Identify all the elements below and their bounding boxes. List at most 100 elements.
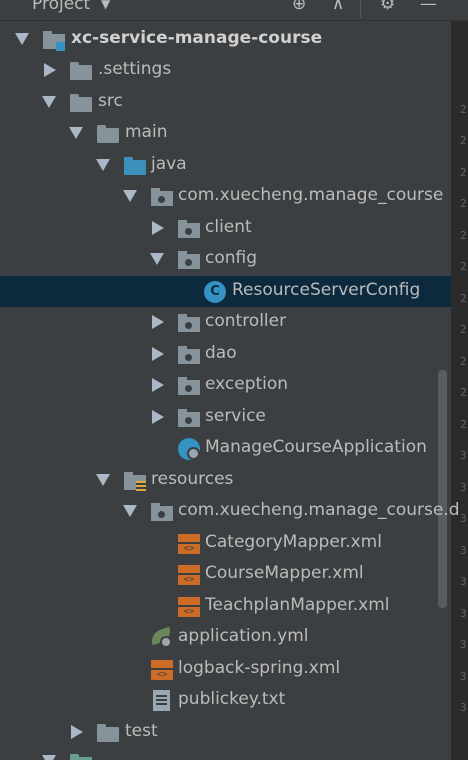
- tree-node-label: ManageCourseApplication: [205, 437, 427, 457]
- tree-node-label: src: [98, 91, 123, 111]
- folder-icon: [97, 125, 119, 143]
- tree-node-client[interactable]: client: [0, 213, 451, 244]
- line-number: 2: [460, 292, 467, 305]
- expand-arrow-icon[interactable]: [123, 190, 137, 202]
- tree-node-root-module[interactable]: xc-service-manage-course: [0, 24, 451, 55]
- tree-node-label: TeachplanMapper.xml: [205, 595, 390, 615]
- package-icon: [151, 188, 173, 206]
- tree-node-label: ResourceServerConfig: [232, 280, 421, 300]
- xml-file-icon: <>: [178, 565, 200, 585]
- collapse-arrow-icon[interactable]: [152, 315, 164, 329]
- line-number: 2: [460, 103, 467, 116]
- tree-node-exception[interactable]: exception: [0, 370, 451, 401]
- line-number: 3: [460, 670, 467, 683]
- tree-node-teachplan-mapper[interactable]: <> TeachplanMapper.xml: [0, 591, 451, 622]
- tree-node-label: com.xuecheng.manage_course: [178, 185, 444, 205]
- minimize-icon[interactable]: —: [420, 0, 437, 14]
- expand-arrow-icon[interactable]: [15, 33, 29, 45]
- tree-node-logback[interactable]: <> logback-spring.xml: [0, 654, 451, 685]
- expand-arrow-icon[interactable]: [96, 474, 110, 486]
- line-number: 3: [460, 701, 467, 714]
- expand-arrow-icon[interactable]: [69, 127, 83, 139]
- line-number: 3: [460, 512, 467, 525]
- tree-node-controller[interactable]: controller: [0, 307, 451, 338]
- panel-title[interactable]: Project: [32, 0, 90, 14]
- line-number: 2: [460, 166, 467, 179]
- spring-config-icon: [148, 626, 174, 648]
- tree-node-label: CourseMapper.xml: [205, 563, 364, 583]
- tree-node-resource-package[interactable]: com.xuecheng.manage_course.d: [0, 496, 460, 527]
- locate-icon[interactable]: ⊕: [292, 0, 306, 14]
- collapse-arrow-icon[interactable]: [152, 347, 164, 361]
- tree-node-label: java: [151, 154, 187, 174]
- tree-node-label: logback-spring.xml: [178, 658, 341, 678]
- tree-node-label: com.xuecheng.manage_course.d: [178, 500, 460, 520]
- package-icon: [151, 503, 173, 521]
- line-number: 3: [460, 449, 467, 462]
- tree-node-label: CategoryMapper.xml: [205, 532, 382, 552]
- tree-node-manage-course-application[interactable]: ManageCourseApplication: [0, 433, 451, 464]
- package-icon: [178, 314, 200, 332]
- tree-node-label: xc-service-manage-course: [71, 28, 323, 48]
- line-number: 2: [460, 134, 467, 147]
- tree-node-label: main: [125, 122, 168, 142]
- gear-icon[interactable]: ⚙: [380, 0, 395, 14]
- collapse-arrow-icon[interactable]: [44, 63, 56, 77]
- folder-icon: [70, 62, 92, 80]
- package-icon: [178, 377, 200, 395]
- tree-node-label: client: [205, 217, 252, 237]
- package-icon: [178, 346, 200, 364]
- tree-node-settings[interactable]: .settings: [0, 55, 451, 86]
- spring-boot-class-icon: [178, 438, 200, 460]
- collapse-arrow-icon[interactable]: [152, 221, 164, 235]
- tree-node-label: controller: [205, 311, 287, 331]
- collapse-arrow-icon[interactable]: [152, 410, 164, 424]
- expand-arrow-icon[interactable]: [96, 159, 110, 171]
- tree-node-resources[interactable]: resources: [0, 465, 451, 496]
- tree-node-label: application.yml: [178, 626, 309, 646]
- tree-node-src[interactable]: src: [0, 87, 451, 118]
- package-icon: [178, 251, 200, 269]
- project-panel-header: Project ▼ ⊕ ⊼ ⚙ —: [0, 0, 468, 21]
- tree-node-partial[interactable]: [0, 750, 451, 760]
- line-number: 2: [460, 260, 467, 273]
- tree-node-package[interactable]: com.xuecheng.manage_course: [0, 181, 451, 212]
- tree-node-category-mapper[interactable]: <> CategoryMapper.xml: [0, 528, 451, 559]
- collapse-arrow-icon[interactable]: [152, 378, 164, 392]
- tree-node-service[interactable]: service: [0, 402, 451, 433]
- tree-node-publickey[interactable]: publickey.txt: [0, 685, 451, 716]
- expand-arrow-icon[interactable]: [150, 253, 164, 265]
- module-folder-icon: [43, 31, 65, 51]
- tree-node-course-mapper[interactable]: <> CourseMapper.xml: [0, 559, 451, 590]
- tree-node-config[interactable]: config: [0, 244, 451, 275]
- resources-folder-icon: [124, 472, 146, 491]
- line-number: 2: [460, 386, 467, 399]
- expand-arrow-icon[interactable]: [42, 755, 56, 760]
- line-number: 2: [460, 355, 467, 368]
- tree-node-resource-server-config[interactable]: C ResourceServerConfig: [0, 276, 451, 307]
- tree-node-java[interactable]: java: [0, 150, 451, 181]
- collapse-arrow-icon[interactable]: [71, 725, 83, 739]
- line-number: 3: [460, 607, 467, 620]
- tree-node-label: config: [205, 248, 258, 268]
- tree-node-main[interactable]: main: [0, 118, 451, 149]
- tree-node-dao[interactable]: dao: [0, 339, 451, 370]
- view-dropdown-icon[interactable]: ▼: [101, 0, 110, 11]
- tree-node-label: exception: [205, 374, 289, 394]
- line-number: 3: [460, 481, 467, 494]
- collapse-all-icon[interactable]: ⊼: [332, 0, 344, 14]
- tree-node-label: .settings: [98, 59, 172, 79]
- package-icon: [178, 220, 200, 238]
- expand-arrow-icon[interactable]: [123, 505, 137, 517]
- line-number: 3: [460, 544, 467, 557]
- tree-node-application-yml[interactable]: application.yml: [0, 622, 451, 653]
- java-class-icon: C: [204, 281, 226, 303]
- line-number: 3: [460, 638, 467, 651]
- line-number: 2: [460, 418, 467, 431]
- package-icon: [178, 409, 200, 427]
- editor-gutter: 2 2 2 2 2 2 2 2 2 2 2 3 3 3 3 3 3 3 3 3: [451, 21, 468, 760]
- expand-arrow-icon[interactable]: [42, 96, 56, 108]
- folder-icon: [70, 754, 92, 760]
- text-file-icon: [153, 690, 170, 711]
- tree-node-test[interactable]: test: [0, 717, 451, 748]
